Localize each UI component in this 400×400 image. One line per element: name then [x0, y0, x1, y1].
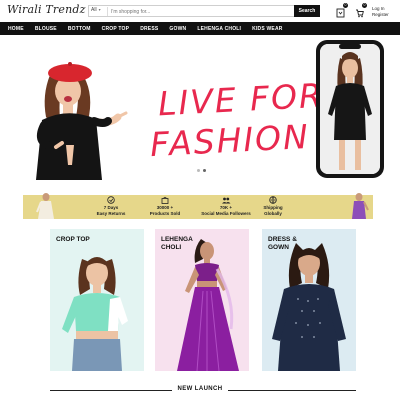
- hero-banner[interactable]: LIVE FOR FASHION: [0, 35, 400, 180]
- category-label-dress-gown: DRESS & GOWN: [268, 236, 297, 251]
- category-label-line2: GOWN: [268, 243, 289, 251]
- nav-item-kids-wear[interactable]: KIDS WEAR: [252, 26, 282, 32]
- followers-icon: [222, 197, 231, 204]
- feature-products-sold: 30000 + Products Sold: [135, 196, 195, 216]
- feature-returns-line1: 7 Days: [103, 205, 119, 210]
- wishlist-button[interactable]: 0: [336, 3, 348, 18]
- phone-mockup: [316, 40, 384, 178]
- feature-shipping-line2: Globally: [264, 211, 282, 216]
- search-button[interactable]: Search: [294, 5, 320, 17]
- feature-shipping: Shipping Globally: [243, 196, 303, 216]
- category-card-lehenga-choli[interactable]: LEHENGA CHOLI: [155, 229, 249, 371]
- category-label-crop-top: CROP TOP: [56, 236, 90, 244]
- main-nav: HOME BLOUSE BOTTOM CROP TOP DRESS GOWN L…: [0, 22, 400, 35]
- feature-products-line1: 30000 +: [156, 205, 174, 210]
- search-input[interactable]: [107, 7, 287, 16]
- strip-left-model-image: [36, 193, 54, 219]
- shopping-bag-icon: [161, 196, 169, 204]
- nav-item-crop-top[interactable]: CROP TOP: [102, 26, 130, 32]
- wishlist-count-badge: 0: [343, 3, 348, 8]
- crop-top-model-image: [50, 229, 144, 371]
- features-strip: 7 Days Easy Returns 30000 + Products Sol…: [23, 193, 373, 219]
- category-label-line2: CHOLI: [161, 243, 182, 251]
- chevron-down-icon: ▾: [98, 7, 101, 12]
- category-label-line1: LEHENGA: [161, 236, 193, 243]
- carousel-dot-1[interactable]: [197, 169, 200, 172]
- hero-tagline-line2: FASHION: [149, 116, 311, 165]
- feature-returns: 7 Days Easy Returns: [81, 196, 141, 216]
- divider-right: [228, 390, 356, 391]
- hero-model-image: [36, 62, 128, 180]
- account-links: Log In Register: [372, 6, 389, 17]
- category-card-dress-gown[interactable]: DRESS & GOWN: [262, 229, 356, 371]
- brand-logo[interactable]: Wirali Trendz: [7, 3, 86, 16]
- return-box-icon: [107, 196, 115, 204]
- register-link[interactable]: Register: [372, 12, 389, 18]
- strip-right-model-image: [352, 193, 369, 219]
- carousel-dots: [197, 169, 206, 172]
- header: Wirali Trendz All▾ Search 0 0: [0, 0, 400, 22]
- nav-item-lehenga-choli[interactable]: LEHENGA CHOLI: [197, 26, 241, 32]
- new-launch-title: NEW LAUNCH: [177, 386, 223, 392]
- phone-notch: [339, 44, 361, 49]
- search-bar: All ▾: [88, 5, 320, 17]
- wishlist-icon: [336, 8, 345, 18]
- category-select-value: All: [91, 7, 97, 13]
- nav-item-dress[interactable]: DRESS: [140, 26, 158, 32]
- feature-products-line2: Products Sold: [149, 211, 181, 216]
- phone-model-image: [320, 44, 380, 174]
- cart-icon: [356, 9, 364, 18]
- globe-icon: [269, 196, 277, 204]
- carousel-dot-2[interactable]: [203, 169, 206, 172]
- nav-item-home[interactable]: HOME: [8, 26, 24, 32]
- category-label-line1: CROP TOP: [56, 236, 90, 243]
- category-card-crop-top[interactable]: CROP TOP: [50, 229, 144, 371]
- nav-item-blouse[interactable]: BLOUSE: [35, 26, 57, 32]
- page: Wirali Trendz All▾ Search 0 0: [0, 0, 400, 400]
- category-select[interactable]: All ▾: [91, 7, 101, 13]
- nav-item-bottom[interactable]: BOTTOM: [68, 26, 91, 32]
- new-launch-section-header: NEW LAUNCH: [0, 384, 400, 396]
- feature-shipping-line1: Shipping: [263, 205, 283, 210]
- hero-tagline-line1: LIVE FOR: [157, 75, 325, 124]
- cart-count-badge: 0: [362, 3, 367, 8]
- phone-screen: [320, 44, 380, 174]
- category-label-line1: DRESS &: [268, 236, 297, 243]
- cart-button[interactable]: 0: [355, 3, 367, 18]
- category-label-lehenga-choli: LEHENGA CHOLI: [161, 236, 193, 251]
- feature-returns-line2: Easy Returns: [96, 211, 126, 216]
- nav-item-gown[interactable]: GOWN: [169, 26, 186, 32]
